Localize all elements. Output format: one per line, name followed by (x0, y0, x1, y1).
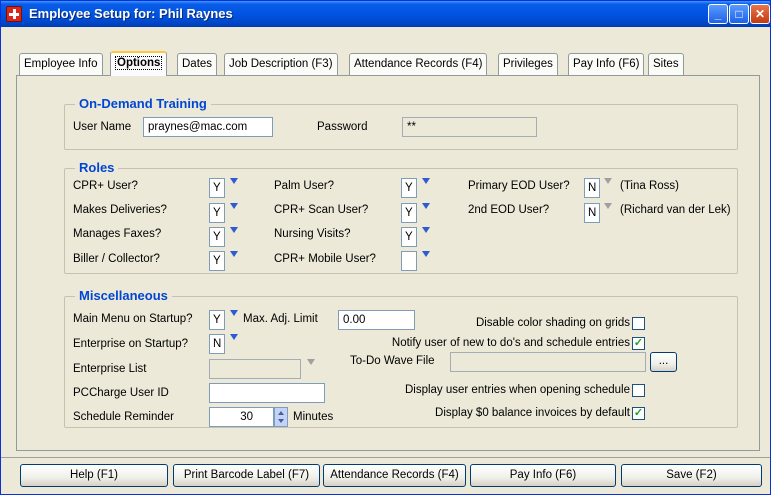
tab-job-description[interactable]: Job Description (F3) (224, 53, 338, 75)
minimize-button[interactable]: _ (708, 4, 728, 24)
cpr-scan-user-label: CPR+ Scan User? (274, 204, 369, 216)
maximize-button[interactable]: □ (729, 4, 749, 24)
odt-group-title: On-Demand Training (75, 96, 211, 111)
print-barcode-button[interactable]: Print Barcode Label (F7) (173, 464, 320, 487)
footer-divider (1, 457, 770, 458)
notify-new-label: Notify user of new to do's and schedule … (391, 337, 630, 349)
attendance-records-button[interactable]: Attendance Records (F4) (323, 464, 466, 487)
tab-attendance-records[interactable]: Attendance Records (F4) (349, 53, 488, 75)
cpr-scan-user-dropdown-icon[interactable] (422, 203, 430, 209)
cpr-scan-user-select[interactable]: Y (401, 203, 417, 223)
primary-eod-select[interactable]: N (584, 178, 600, 198)
roles-group: Roles CPR+ User? Y Makes Deliveries? Y M… (64, 160, 738, 274)
enterprise-list-select[interactable] (209, 359, 301, 379)
main-menu-startup-select[interactable]: Y (209, 310, 225, 330)
employee-setup-window: Employee Setup for: Phil Raynes _ □ ✕ Em… (0, 0, 771, 495)
primary-eod-dropdown-icon[interactable] (604, 178, 612, 184)
enterprise-list-dropdown-icon[interactable] (307, 359, 315, 365)
nursing-visits-dropdown-icon[interactable] (422, 227, 430, 233)
todo-wave-file-field[interactable] (450, 352, 646, 372)
biller-collector-select[interactable]: Y (209, 251, 225, 271)
display-entries-label: Display user entries when opening schedu… (404, 384, 630, 396)
second-eod-name: (Richard van der Lek) (620, 204, 731, 216)
misc-group-title: Miscellaneous (75, 288, 172, 303)
enterprise-startup-dropdown-icon[interactable] (230, 334, 238, 340)
tab-employee-info[interactable]: Employee Info (19, 53, 103, 75)
second-eod-dropdown-icon[interactable] (604, 203, 612, 209)
manages-faxes-select[interactable]: Y (209, 227, 225, 247)
window-title: Employee Setup for: Phil Raynes (29, 6, 233, 21)
palm-user-label: Palm User? (274, 180, 335, 192)
disable-shading-label: Disable color shading on grids (475, 317, 630, 329)
tab-sites[interactable]: Sites (648, 53, 684, 75)
notify-new-checkbox[interactable]: ✓ (632, 337, 645, 350)
enterprise-startup-select[interactable]: N (209, 334, 225, 354)
palm-user-dropdown-icon[interactable] (422, 178, 430, 184)
on-demand-training-group: On-Demand Training User Name praynes@mac… (64, 96, 738, 150)
cpr-mobile-user-dropdown-icon[interactable] (422, 251, 430, 257)
cpr-user-label: CPR+ User? (73, 180, 138, 192)
pccharge-user-id-field[interactable] (209, 383, 325, 403)
tab-options[interactable]: Options (110, 51, 168, 76)
schedule-reminder-field[interactable]: 30 (209, 407, 274, 427)
pccharge-user-id-label: PCCharge User ID (73, 387, 169, 399)
display-zero-balance-checkbox[interactable]: ✓ (632, 407, 645, 420)
todo-wave-file-label: To-Do Wave File (350, 355, 435, 367)
makes-deliveries-label: Makes Deliveries? (73, 204, 167, 216)
save-button[interactable]: Save (F2) (621, 464, 762, 487)
second-eod-label: 2nd EOD User? (468, 204, 550, 216)
primary-eod-label: Primary EOD User? (468, 180, 570, 192)
tab-privileges[interactable]: Privileges (498, 53, 558, 75)
tab-options-label: Options (115, 56, 163, 70)
second-eod-select[interactable]: N (584, 203, 600, 223)
main-menu-startup-dropdown-icon[interactable] (230, 310, 238, 316)
app-cross-icon (6, 6, 22, 22)
schedule-reminder-unit: Minutes (293, 411, 334, 423)
biller-collector-label: Biller / Collector? (73, 253, 160, 265)
nursing-visits-select[interactable]: Y (401, 227, 417, 247)
biller-collector-dropdown-icon[interactable] (230, 251, 238, 257)
enterprise-startup-label: Enterprise on Startup? (73, 338, 189, 350)
max-adj-limit-field[interactable]: 0.00 (338, 310, 415, 330)
pay-info-button[interactable]: Pay Info (F6) (470, 464, 616, 487)
manages-faxes-dropdown-icon[interactable] (230, 227, 238, 233)
username-field[interactable]: praynes@mac.com (143, 117, 273, 137)
title-bar[interactable]: Employee Setup for: Phil Raynes _ □ ✕ (1, 1, 770, 27)
primary-eod-name: (Tina Ross) (620, 180, 679, 192)
manages-faxes-label: Manages Faxes? (73, 228, 162, 240)
makes-deliveries-dropdown-icon[interactable] (230, 203, 238, 209)
password-label: Password (317, 121, 368, 133)
schedule-reminder-spinner[interactable] (274, 407, 288, 427)
nursing-visits-label: Nursing Visits? (274, 228, 351, 240)
display-entries-checkbox[interactable] (632, 384, 645, 397)
cpr-mobile-user-select[interactable] (401, 251, 417, 271)
roles-group-title: Roles (75, 160, 119, 175)
username-label: User Name (73, 121, 132, 133)
cpr-user-dropdown-icon[interactable] (230, 178, 238, 184)
options-panel: On-Demand Training User Name praynes@mac… (16, 75, 760, 451)
main-menu-startup-label: Main Menu on Startup? (73, 313, 193, 325)
enterprise-list-label: Enterprise List (73, 363, 147, 375)
password-field[interactable]: ** (402, 117, 537, 137)
cpr-user-select[interactable]: Y (209, 178, 225, 198)
cpr-mobile-user-label: CPR+ Mobile User? (274, 253, 376, 265)
palm-user-select[interactable]: Y (401, 178, 417, 198)
tab-pay-info[interactable]: Pay Info (F6) (568, 53, 645, 75)
max-adj-limit-label: Max. Adj. Limit (243, 313, 318, 325)
makes-deliveries-select[interactable]: Y (209, 203, 225, 223)
browse-wave-file-button[interactable]: ... (650, 352, 677, 372)
help-button[interactable]: Help (F1) (20, 464, 168, 487)
miscellaneous-group: Miscellaneous Main Menu on Startup? Y Ma… (64, 288, 738, 428)
display-zero-balance-label: Display $0 balance invoices by default (435, 407, 630, 419)
tab-dates[interactable]: Dates (177, 53, 218, 75)
disable-shading-checkbox[interactable] (632, 317, 645, 330)
close-button[interactable]: ✕ (750, 4, 770, 24)
schedule-reminder-label: Schedule Reminder (73, 411, 175, 423)
